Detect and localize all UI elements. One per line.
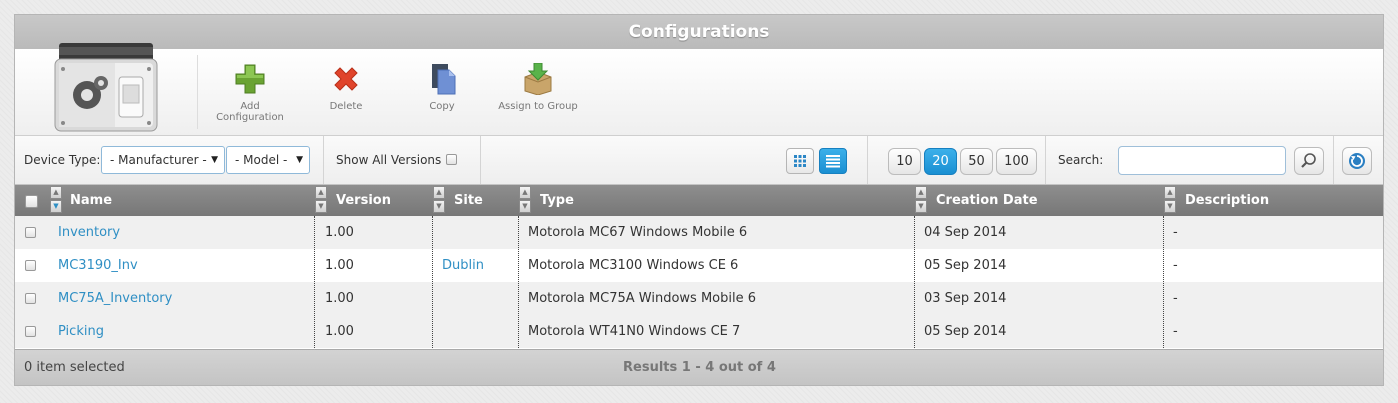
row-description: -	[1173, 258, 1178, 273]
row-description: -	[1173, 291, 1178, 306]
column-header-type[interactable]: Type	[540, 185, 574, 216]
selection-count: 0 item selected	[24, 360, 125, 375]
filter-bar: Device Type: - Manufacturer - ▼ - Model …	[15, 136, 1383, 185]
sort-site-control[interactable]: ▲ ▼	[433, 185, 445, 216]
page-size-100-button[interactable]: 100	[996, 148, 1037, 175]
column-divider	[1163, 216, 1164, 348]
row-version: 1.00	[325, 291, 354, 306]
sort-description-control[interactable]: ▲ ▼	[1164, 185, 1176, 216]
column-divider	[914, 216, 915, 348]
row-type: Motorola MC75A Windows Mobile 6	[528, 291, 757, 306]
column-header-name[interactable]: Name	[70, 185, 112, 216]
row-creation-date: 05 Sep 2014	[924, 324, 1007, 339]
table-row[interactable]: MC3190_Inv 1.00 Dublin Motorola MC3100 W…	[15, 249, 1383, 282]
page-size-10-button[interactable]: 10	[888, 148, 921, 175]
filter-divider	[867, 136, 868, 184]
sort-name-control[interactable]: ▲ ▼	[50, 185, 62, 216]
add-plus-icon	[235, 64, 265, 94]
row-version: 1.00	[325, 258, 354, 273]
delete-button[interactable]: Delete	[301, 63, 391, 112]
filter-divider	[1045, 136, 1046, 184]
refresh-icon	[1349, 153, 1365, 169]
window-title: Configurations	[15, 15, 1383, 49]
list-view-button[interactable]	[819, 148, 847, 174]
row-checkbox[interactable]	[25, 260, 36, 271]
column-divider	[314, 216, 315, 348]
column-header-version[interactable]: Version	[336, 185, 391, 216]
filter-divider	[480, 136, 481, 184]
grid-view-icon	[794, 155, 806, 167]
table-header: ▲ ▼ Name ▲ ▼ Version ▲ ▼ Site ▲ ▼ Type ▲ ▼ Cr…	[15, 185, 1383, 216]
page-size-20-button[interactable]: 20	[924, 148, 957, 175]
row-checkbox[interactable]	[25, 227, 36, 238]
magnifier-icon	[1301, 153, 1316, 168]
assign-to-group-button[interactable]: Assign to Group	[493, 63, 583, 112]
delete-label: Delete	[329, 101, 363, 112]
table-body: Inventory 1.00 Motorola MC67 Windows Mob…	[15, 216, 1383, 348]
add-configuration-button[interactable]: Add Configuration	[205, 63, 295, 123]
table-row[interactable]: MC75A_Inventory 1.00 Motorola MC75A Wind…	[15, 282, 1383, 315]
row-creation-date: 05 Sep 2014	[924, 258, 1007, 273]
results-summary: Results 1 - 4 out of 4	[623, 360, 776, 375]
page-size-50-button[interactable]: 50	[960, 148, 993, 175]
search-button[interactable]	[1294, 147, 1324, 175]
copy-documents-icon	[432, 64, 456, 95]
row-version: 1.00	[325, 324, 354, 339]
show-all-versions-checkbox[interactable]	[446, 154, 457, 165]
model-select-value: - Model -	[235, 153, 288, 167]
row-name-link[interactable]: MC3190_Inv	[58, 249, 138, 282]
refresh-button[interactable]	[1342, 147, 1372, 175]
row-description: -	[1173, 225, 1178, 240]
row-type: Motorola MC3100 Windows CE 6	[528, 258, 739, 273]
assign-box-icon	[524, 63, 552, 95]
row-checkbox[interactable]	[25, 326, 36, 337]
add-configuration-label: Add Configuration	[216, 101, 284, 123]
manufacturer-select[interactable]: - Manufacturer - ▼	[101, 146, 225, 174]
copy-button[interactable]: Copy	[397, 63, 487, 112]
column-divider	[432, 216, 433, 348]
toolbar: Add Configuration Delete Copy Assign to …	[15, 43, 1383, 136]
copy-label: Copy	[429, 101, 455, 112]
row-creation-date: 04 Sep 2014	[924, 225, 1007, 240]
row-name-link[interactable]: Picking	[58, 315, 104, 348]
row-name-link[interactable]: Inventory	[58, 216, 120, 249]
configurations-panel: Configurations Add Configuration Delete …	[14, 14, 1384, 386]
row-checkbox[interactable]	[25, 293, 36, 304]
row-type: Motorola WT41N0 Windows CE 7	[528, 324, 741, 339]
sort-creation-date-control[interactable]: ▲ ▼	[915, 185, 927, 216]
search-input[interactable]	[1118, 146, 1286, 175]
manufacturer-select-value: - Manufacturer -	[110, 153, 207, 167]
column-divider	[518, 216, 519, 348]
sort-type-control[interactable]: ▲ ▼	[519, 185, 531, 216]
column-header-creation-date[interactable]: Creation Date	[936, 185, 1038, 216]
search-label: Search:	[1058, 153, 1104, 167]
row-creation-date: 03 Sep 2014	[924, 291, 1007, 306]
filter-divider	[323, 136, 324, 184]
select-all-checkbox[interactable]	[25, 195, 38, 208]
row-version: 1.00	[325, 225, 354, 240]
row-name-link[interactable]: MC75A_Inventory	[58, 282, 172, 315]
toolbar-divider	[197, 55, 198, 129]
configuration-folder-icon	[54, 43, 158, 132]
assign-to-group-label: Assign to Group	[498, 101, 578, 112]
row-site[interactable]: Dublin	[442, 249, 484, 282]
status-footer: 0 item selected Results 1 - 4 out of 4	[15, 349, 1383, 385]
show-all-versions-label: Show All Versions	[336, 153, 442, 167]
row-type: Motorola MC67 Windows Mobile 6	[528, 225, 748, 240]
filter-divider	[1333, 136, 1334, 184]
list-view-icon	[826, 155, 840, 168]
column-header-description[interactable]: Description	[1185, 185, 1269, 216]
dropdown-arrow-icon: ▼	[296, 155, 303, 165]
row-description: -	[1173, 324, 1178, 339]
table-row[interactable]: Picking 1.00 Motorola WT41N0 Windows CE …	[15, 315, 1383, 348]
column-header-site[interactable]: Site	[454, 185, 483, 216]
table-row[interactable]: Inventory 1.00 Motorola MC67 Windows Mob…	[15, 216, 1383, 249]
device-type-label: Device Type:	[24, 153, 101, 167]
dropdown-arrow-icon: ▼	[211, 155, 218, 165]
delete-x-icon	[334, 67, 358, 91]
model-select[interactable]: - Model - ▼	[226, 146, 310, 174]
grid-view-button[interactable]	[786, 148, 814, 174]
sort-version-control[interactable]: ▲ ▼	[315, 185, 327, 216]
